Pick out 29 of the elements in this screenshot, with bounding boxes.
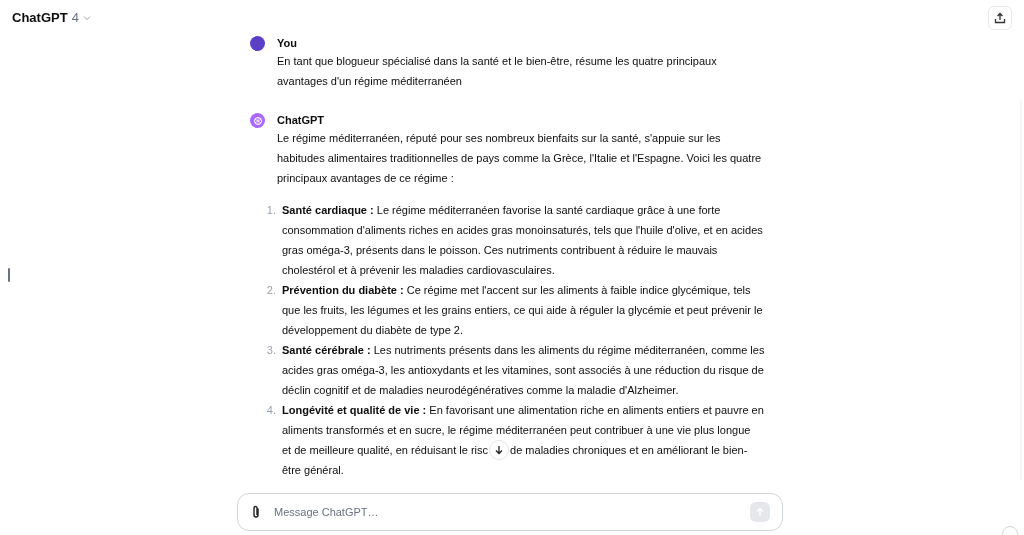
arrow-up-icon <box>755 507 765 517</box>
user-avatar <box>250 36 265 51</box>
list-item-text: de maladies chroniques et en améliorant le bien- <box>510 443 748 458</box>
list-item-text: et de meilleure qualité, en réduisant le risc <box>282 443 489 458</box>
sidebar-handle[interactable] <box>8 268 10 282</box>
list-number: 4. <box>266 403 276 418</box>
list-item-text: Prévention du diabète : Ce régime met l'accent sur les aliments à faible indice glycémique, tels que les fruits, les légumes et les grains entiers, ce qui aide à réguler la glycémie et peut prévenir le développement du diabète de type 2. <box>282 283 764 338</box>
message-text: Le régime méditerranéen, réputé pour ses nombreux bienfaits sur la santé, s'appuie sur les habitudes alimentaires traditionnelles de pays comme la Grèce, l'Italie et l'Espagne. Voici les quatre principaux avantages de ce régime : <box>277 131 763 186</box>
model-name[interactable]: ChatGPT <box>12 8 68 28</box>
chevron-down-icon[interactable] <box>82 14 91 22</box>
list-number: 3. <box>266 343 276 358</box>
message-input[interactable]: Message ChatGPT… <box>274 503 738 521</box>
list-item-text: Santé cardiaque : Le régime méditerranéen favorise la santé cardiaque grâce à une forte consommation d'aliments riches en acides gras monoinsaturés, tels que l'huile d'olive, et en acides gras oméga-3, présents dans le poisson. Ces nutriments contribuent à réduire le mauvais cholestérol et à prévenir les maladies cardiovasculaires. <box>282 203 764 278</box>
paperclip-icon[interactable] <box>250 505 262 519</box>
author-name: You <box>277 36 298 50</box>
send-button[interactable] <box>750 502 770 522</box>
list-item-text: Santé cérébrale : Les nutriments présents dans les aliments du régime méditerranéen, comme les acides gras oméga-3, les antioxydants et les vitamines, sont associés à une réduction du risque de déclin cognitif et de maladies neurodégénératives comme la maladie d'Alzheimer. <box>282 343 766 398</box>
message-field[interactable]: Message ChatGPT… <box>237 493 783 531</box>
share-icon <box>994 12 1006 24</box>
scroll-down-button[interactable] <box>489 440 510 460</box>
model-version[interactable]: 4 <box>71 8 79 28</box>
assistant-avatar <box>250 113 265 128</box>
arrow-down-icon <box>494 445 505 455</box>
message-text: En tant que blogueur spécialisé dans la santé et le bien-être, résume les quatre principaux avantages d'un régime méditerranéen <box>277 54 718 89</box>
author-name: ChatGPT <box>277 113 326 127</box>
list-item-text: être général. <box>282 463 345 478</box>
list-number: 1. <box>266 203 276 218</box>
share-button[interactable] <box>988 6 1012 30</box>
list-number: 2. <box>266 283 276 298</box>
